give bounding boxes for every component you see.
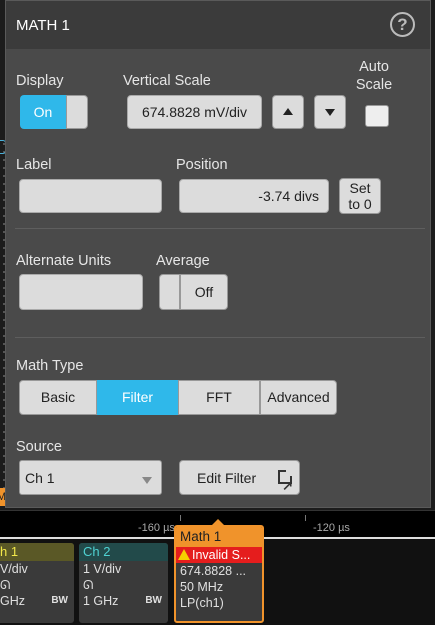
section-divider (15, 337, 425, 338)
ch1-badge[interactable]: h 1 V/div ᘏ GHz BW (0, 543, 74, 623)
arrow-up-icon (283, 108, 293, 115)
display-label: Display (16, 73, 64, 89)
edit-filter-label: Edit Filter (197, 470, 257, 486)
vertical-scale-down-button[interactable] (314, 95, 346, 129)
vertical-scale-label: Vertical Scale (123, 73, 211, 89)
math-type-label: Math Type (16, 358, 84, 374)
external-link-arrow: ↗ (282, 478, 293, 493)
average-toggle-knob[interactable] (159, 274, 180, 310)
ch1-scale: V/div (0, 562, 28, 576)
ch2-badge[interactable]: Ch 2 1 V/div ᘏ 1 GHz BW (79, 543, 168, 623)
position-label: Position (176, 157, 228, 173)
vertical-scale-input[interactable]: 674.8828 mV/div (127, 95, 262, 129)
warning-icon (178, 549, 190, 560)
dialog-title: MATH 1 (16, 17, 70, 34)
math1-status-text: Invalid S... (192, 548, 251, 562)
auto-scale-label-line2: Scale (355, 77, 393, 93)
math-type-fft[interactable]: FFT (178, 380, 260, 415)
ch2-probe-icon: ᘏ (83, 578, 94, 592)
set-to-zero-line2: to 0 (348, 196, 372, 212)
label-field-label: Label (16, 157, 52, 173)
bw-limit-icon: BW (51, 595, 68, 606)
ch1-bandwidth: GHz (0, 594, 25, 608)
label-input[interactable] (19, 179, 162, 213)
display-toggle-on[interactable]: On (20, 95, 66, 129)
source-value: Ch 1 (25, 470, 55, 486)
time-label-1: -160 µs (138, 522, 175, 534)
ch1-bandwidth-row: GHz BW (0, 593, 74, 609)
average-label: Average (156, 253, 210, 269)
set-to-zero-line1: Set (349, 180, 371, 196)
position-input[interactable]: -3.74 divs (179, 179, 329, 213)
set-to-zero-button[interactable]: Set to 0 (339, 178, 381, 214)
dialog-header[interactable]: MATH 1 ? (6, 1, 430, 49)
display-toggle-knob[interactable] (66, 95, 88, 129)
bw-limit-icon: BW (145, 595, 162, 606)
alternate-units-label: Alternate Units (16, 253, 112, 269)
ch2-bandwidth: 1 GHz (83, 594, 119, 608)
math1-bandwidth: 50 MHz (180, 580, 224, 594)
edit-filter-button[interactable]: Edit Filter ↗ (179, 460, 300, 495)
math1-status: Invalid S... (176, 547, 262, 563)
source-dropdown[interactable]: Ch 1 (19, 460, 162, 495)
arrow-down-icon (325, 109, 335, 116)
time-tick (305, 515, 306, 521)
ch2-bandwidth-row: 1 GHz BW (79, 593, 168, 609)
math1-pointer (210, 519, 226, 527)
ch2-badge-title: Ch 2 (79, 543, 168, 561)
vertical-scale-up-button[interactable] (272, 95, 304, 129)
math1-dialog: MATH 1 ? Display On Vertical Scale 674.8… (5, 0, 431, 508)
math-type-advanced[interactable]: Advanced (260, 380, 337, 415)
ch2-scale: 1 V/div (83, 562, 122, 576)
math1-badge[interactable]: Math 1 Invalid S... 674.8828 ... 50 MHz … (174, 525, 264, 623)
chevron-down-icon (142, 477, 152, 484)
help-icon[interactable]: ? (390, 12, 415, 37)
time-label-2: -120 µs (313, 522, 350, 534)
source-label: Source (16, 439, 62, 455)
math1-filter: LP(ch1) (180, 596, 224, 610)
math1-badge-title: Math 1 (176, 527, 262, 547)
time-tick (180, 515, 181, 521)
average-toggle-off[interactable]: Off (180, 274, 228, 310)
ch1-probe-icon: ᘏ (0, 578, 11, 592)
auto-scale-label-line1: Auto (359, 59, 389, 75)
math-type-basic[interactable]: Basic (19, 380, 97, 415)
section-divider (15, 228, 425, 229)
alternate-units-input[interactable] (19, 274, 143, 310)
ch1-badge-title: h 1 (0, 543, 74, 561)
auto-scale-checkbox[interactable] (365, 105, 389, 127)
math-type-filter[interactable]: Filter (97, 380, 178, 415)
math1-scale: 674.8828 ... (180, 564, 247, 578)
